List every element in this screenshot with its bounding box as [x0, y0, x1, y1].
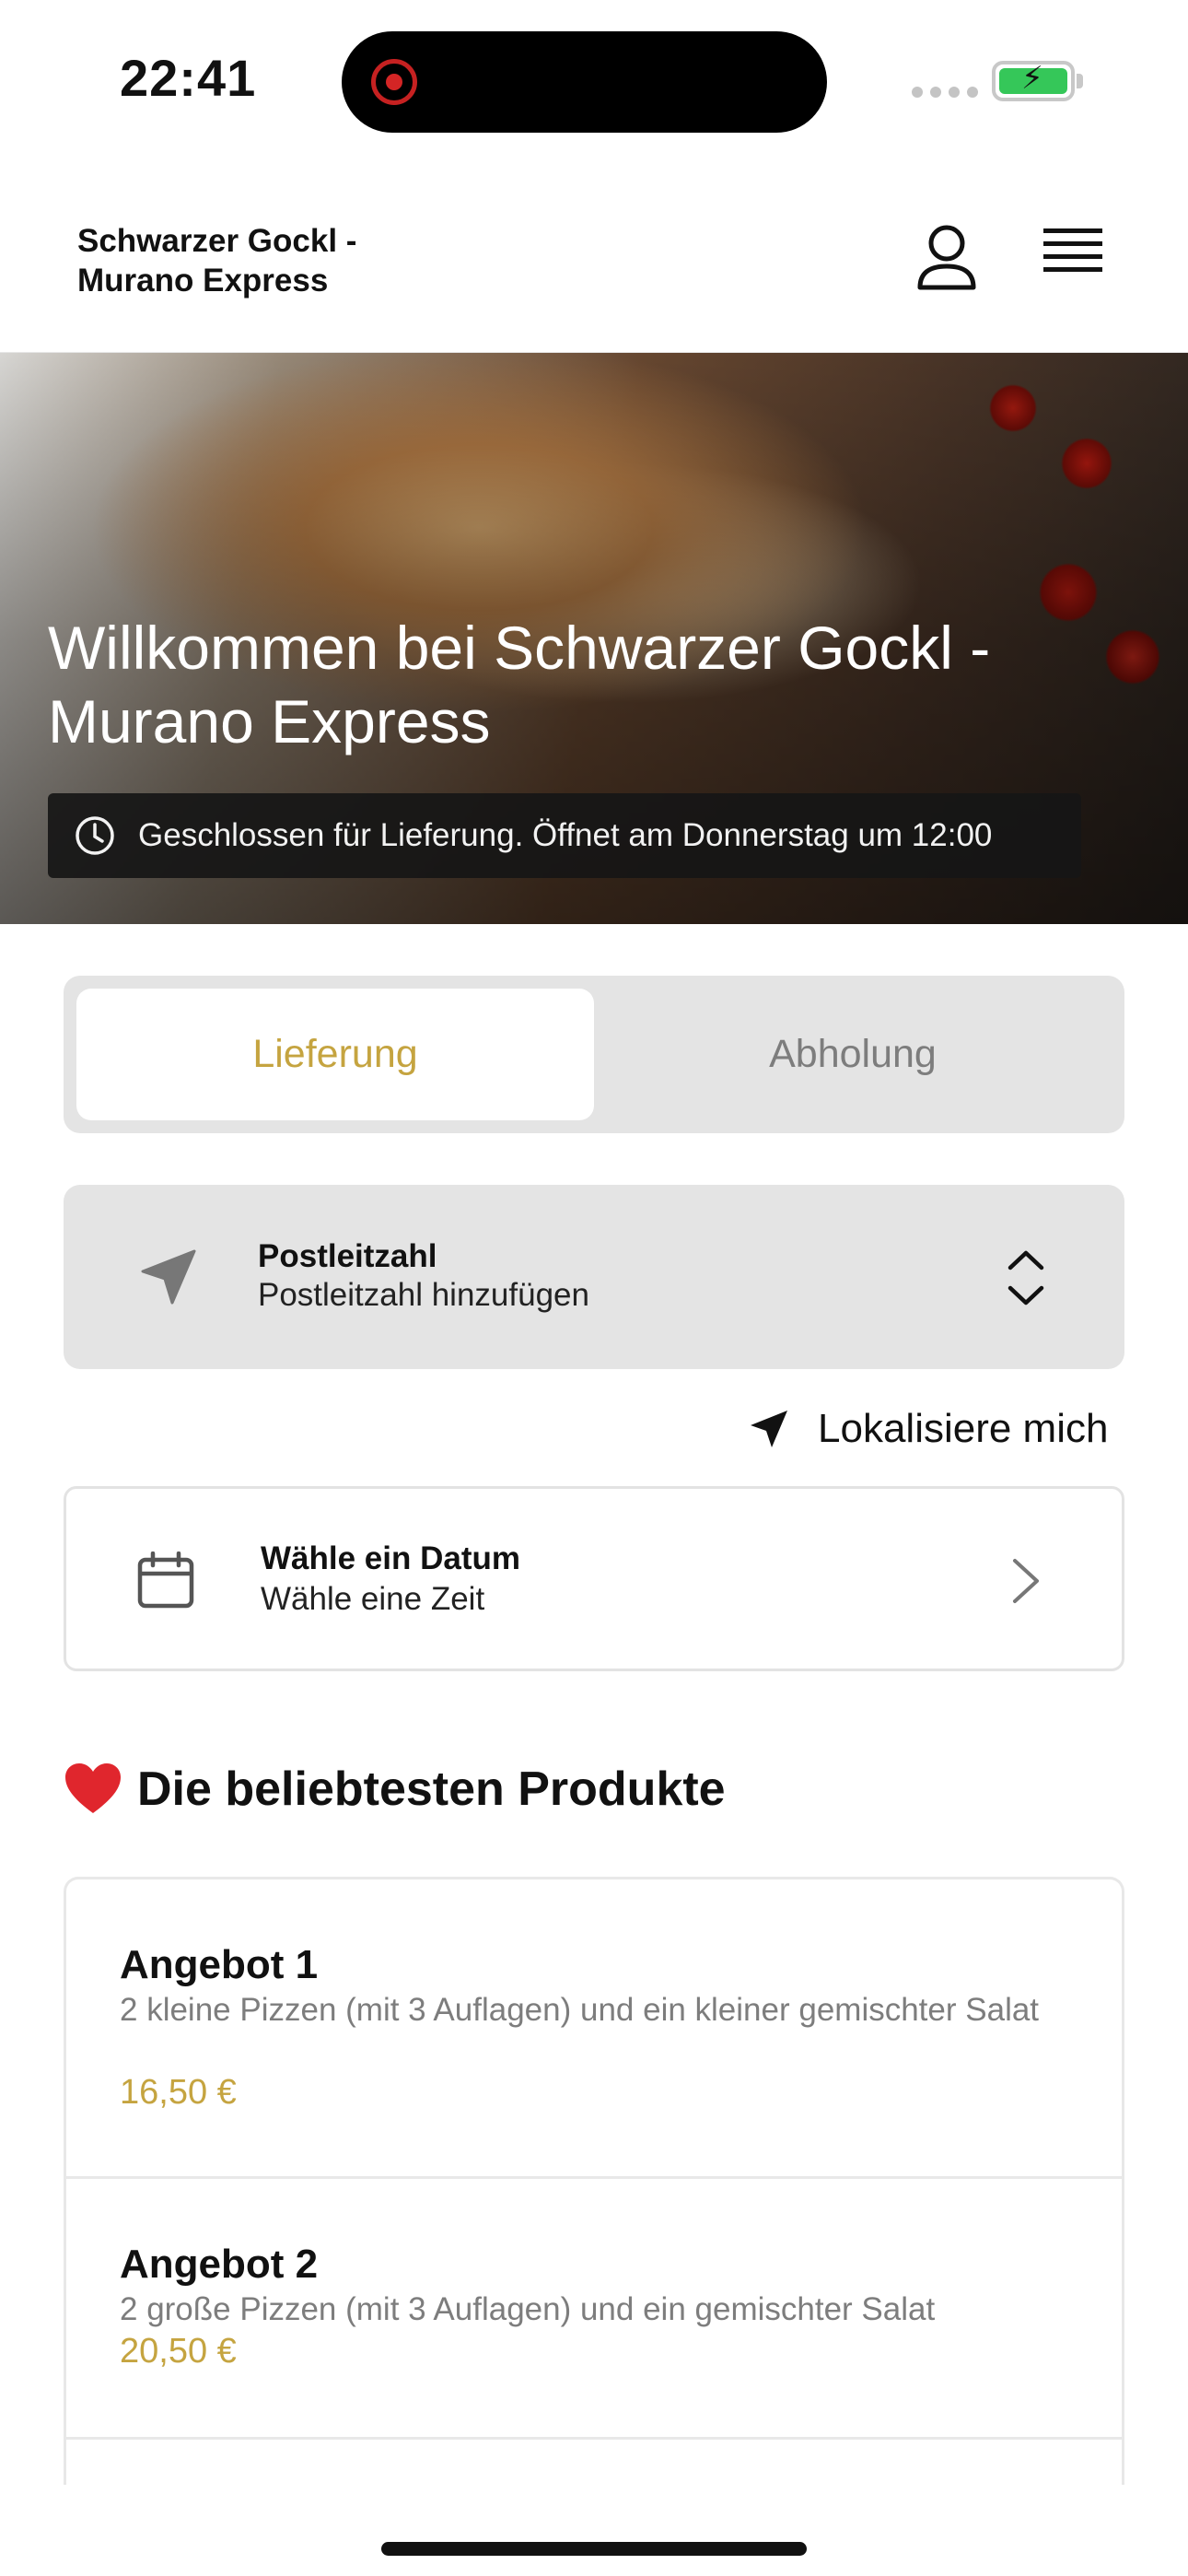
date-label: Wähle ein Datum: [261, 1540, 520, 1576]
postcode-placeholder: Postleitzahl hinzufügen: [258, 1277, 589, 1313]
user-icon: [917, 225, 976, 290]
signal-icon: [912, 87, 978, 98]
clock-icon: [76, 816, 114, 855]
tab-delivery[interactable]: Lieferung: [76, 989, 594, 1120]
status-bar: 22:41 ⚡: [0, 0, 1188, 157]
time-label: Wähle eine Zeit: [261, 1581, 485, 1617]
product-price: 16,50 €: [120, 2073, 237, 2112]
location-arrow-icon: [141, 1249, 196, 1305]
product-card[interactable]: Angebot 1 2 kleine Pizzen (mit 3 Auflage…: [66, 1879, 1122, 2179]
app-header: Schwarzer Gockl - Murano Express: [0, 157, 1188, 353]
calendar-icon: [137, 1551, 194, 1609]
welcome-title: Willkommen bei Schwarzer Gockl - Murano …: [48, 614, 991, 755]
order-mode-switch: Lieferung Abholung: [64, 976, 1124, 1133]
battery-icon: ⚡: [992, 61, 1075, 101]
account-button[interactable]: [914, 223, 979, 292]
chevron-up-down-icon: [1007, 1250, 1044, 1306]
recording-icon: [371, 59, 417, 105]
postcode-label: Postleitzahl: [258, 1238, 437, 1274]
product-price: 20,50 €: [120, 2332, 237, 2371]
hamburger-menu-icon: [1043, 228, 1102, 233]
status-time: 22:41: [120, 49, 257, 107]
popular-products-heading: Die beliebtesten Produkte: [64, 1762, 726, 1817]
heart-icon: [65, 1763, 121, 1813]
product-list: Angebot 1 2 kleine Pizzen (mit 3 Auflage…: [64, 1877, 1124, 2485]
location-arrow-icon: [751, 1411, 787, 1447]
locate-me-label: Lokalisiere mich: [818, 1406, 1109, 1451]
popular-products-title: Die beliebtesten Produkte: [137, 1762, 726, 1816]
closed-notice: Geschlossen für Lieferung. Öffnet am Don…: [48, 793, 1081, 878]
dynamic-island: [342, 31, 827, 133]
date-time-selector[interactable]: Wähle ein Datum Wähle eine Zeit: [64, 1486, 1124, 1671]
restaurant-name: Schwarzer Gockl - Murano Express: [77, 223, 357, 299]
product-name: Angebot 1: [120, 1942, 319, 1987]
closed-notice-text: Geschlossen für Lieferung. Öffnet am Don…: [138, 817, 993, 853]
home-indicator[interactable]: [381, 2542, 807, 2556]
product-description: 2 kleine Pizzen (mit 3 Auflagen) und ein…: [120, 1992, 1040, 2028]
tab-pickup[interactable]: Abholung: [594, 989, 1112, 1120]
hero-banner: Willkommen bei Schwarzer Gockl - Murano …: [0, 353, 1188, 924]
chevron-right-icon: [1013, 1559, 1039, 1603]
product-description: 2 große Pizzen (mit 3 Auflagen) und ein …: [120, 2291, 936, 2327]
product-name: Angebot 2: [120, 2242, 319, 2287]
postcode-selector[interactable]: Postleitzahl Postleitzahl hinzufügen: [64, 1185, 1124, 1369]
product-card[interactable]: Angebot 2 2 große Pizzen (mit 3 Auflagen…: [66, 2179, 1122, 2440]
menu-button[interactable]: [1043, 228, 1108, 282]
locate-me-button[interactable]: Lokalisiere mich: [748, 1399, 1108, 1459]
